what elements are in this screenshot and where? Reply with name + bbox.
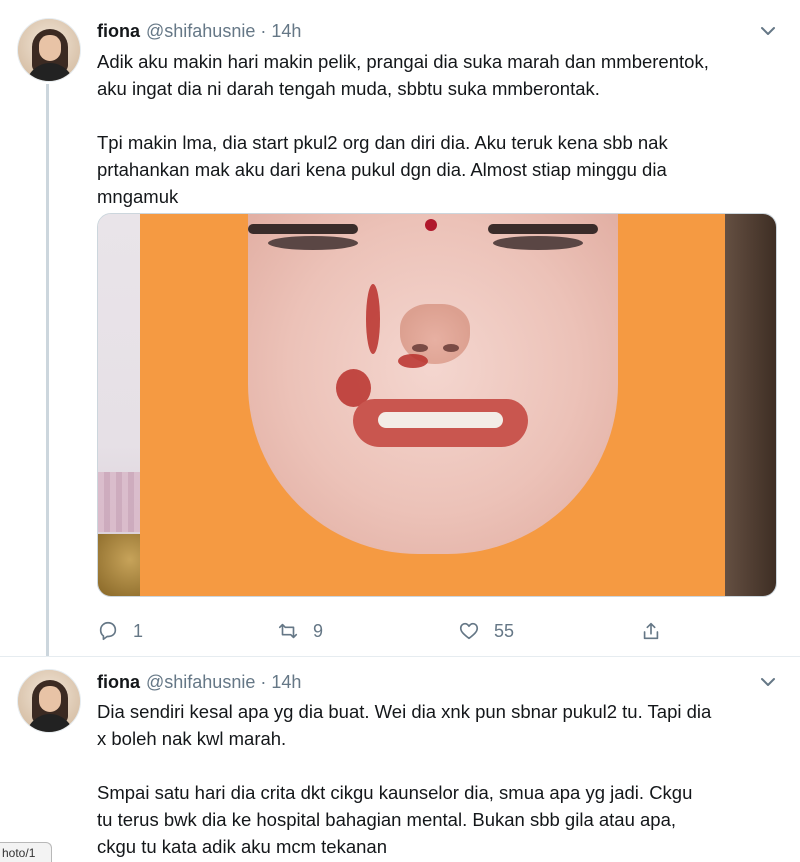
photo-hair [716,214,776,596]
heart-icon [459,622,479,640]
reply-count: 1 [133,620,144,641]
photo-brow [248,224,358,234]
tweet[interactable]: fiona @shifahusnie · 14h Adik aku makin … [0,0,800,657]
timestamp[interactable]: 14h [271,21,301,42]
author-name[interactable]: fiona [97,672,140,693]
photo-bindi [425,219,437,231]
photo-blood [398,354,428,368]
share-icon [643,622,659,640]
timestamp[interactable]: 14h [271,672,301,693]
like-count: 55 [494,620,515,641]
tweet-header: fiona @shifahusnie · 14h [97,19,301,43]
retweet-count: 9 [313,620,324,641]
retweet-icon [278,623,298,639]
photo-nostril [412,344,428,352]
photo-blood [366,284,380,354]
avatar[interactable] [17,669,81,733]
photo-nostril [443,344,459,352]
photo-eye [493,236,583,250]
avatar[interactable] [17,18,81,82]
author-handle[interactable]: @shifahusnie [146,21,255,42]
tweet-paragraph: Tpi makin lma, dia start pkul2 org dan d… [97,132,668,207]
reply-button[interactable]: 1 [97,617,143,645]
tweet-paragraph: Dia sendiri kesal apa yg dia buat. Wei d… [97,701,712,749]
chevron-down-icon[interactable] [758,672,778,692]
tweet-header: fiona @shifahusnie · 14h [97,670,301,694]
photo-teeth [378,412,503,428]
tweet-paragraph: Smpai satu hari dia crita dkt cikgu kaun… [97,782,693,857]
author-name[interactable]: fiona [97,21,140,42]
status-url-tab: hoto/1 [0,842,52,862]
like-button[interactable]: 55 [458,617,514,645]
tweet-photo[interactable] [97,213,777,597]
author-handle[interactable]: @shifahusnie [146,672,255,693]
reply-icon [99,621,117,641]
tweet-text: Adik aku makin hari makin pelik, prangai… [97,48,787,210]
tweet-text: Dia sendiri kesal apa yg dia buat. Wei d… [97,698,787,860]
photo-eye [268,236,358,250]
tweet[interactable]: fiona @shifahusnie · 14h Dia sendiri kes… [0,657,800,862]
separator-dot: · [260,671,267,692]
share-button[interactable] [640,617,662,645]
thread-connector [46,84,49,657]
photo-brow [488,224,598,234]
tweet-paragraph: Adik aku makin hari makin pelik, prangai… [97,51,709,99]
tweet-actions: 1 9 55 [97,617,777,645]
separator-dot: · [260,20,267,41]
retweet-button[interactable]: 9 [277,617,323,645]
chevron-down-icon[interactable] [758,21,778,41]
photo-face [248,214,618,554]
